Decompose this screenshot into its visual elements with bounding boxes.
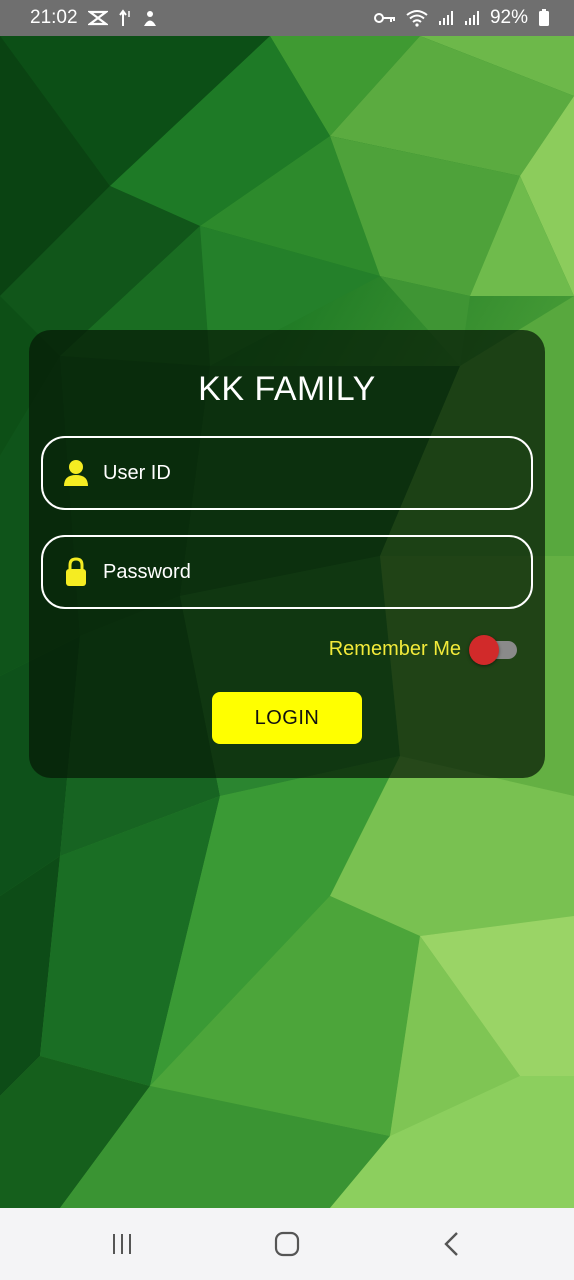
back-icon bbox=[443, 1232, 458, 1256]
app-title: KK FAMILY bbox=[198, 370, 376, 408]
remember-me-toggle[interactable] bbox=[469, 634, 519, 665]
password-input[interactable] bbox=[103, 560, 503, 584]
back-button[interactable] bbox=[422, 1219, 482, 1269]
signal-icon bbox=[438, 10, 454, 26]
home-icon bbox=[274, 1231, 300, 1257]
status-bar: 21:02 92% bbox=[0, 0, 574, 36]
login-button[interactable]: LOGIN bbox=[212, 692, 362, 744]
home-button[interactable] bbox=[257, 1219, 317, 1269]
user-icon bbox=[63, 459, 89, 487]
navigation-bar bbox=[0, 1208, 574, 1280]
data-arrows-icon bbox=[118, 9, 132, 27]
recents-button[interactable] bbox=[92, 1219, 152, 1269]
wifi-icon bbox=[406, 9, 428, 27]
status-right: 92% bbox=[373, 7, 550, 29]
remember-me-label: Remember Me bbox=[328, 637, 461, 660]
remember-me-row: Remember Me bbox=[328, 634, 519, 665]
recents-icon bbox=[113, 1234, 132, 1254]
vpn-key-icon bbox=[373, 12, 396, 24]
toggle-thumb bbox=[469, 635, 499, 665]
password-field[interactable] bbox=[41, 535, 533, 609]
status-left: 21:02 bbox=[30, 7, 158, 29]
login-card: KK FAMILY Remember Me LOGIN bbox=[29, 330, 545, 778]
status-time: 21:02 bbox=[30, 7, 78, 28]
lock-icon bbox=[63, 557, 89, 586]
battery-percent: 92% bbox=[489, 7, 528, 28]
signal-icon bbox=[464, 10, 480, 26]
battery-icon bbox=[538, 9, 550, 27]
capcut-icon bbox=[87, 10, 108, 26]
user-id-input[interactable] bbox=[103, 461, 503, 485]
user-id-field[interactable] bbox=[41, 436, 533, 510]
app-notification-icon bbox=[142, 9, 158, 27]
